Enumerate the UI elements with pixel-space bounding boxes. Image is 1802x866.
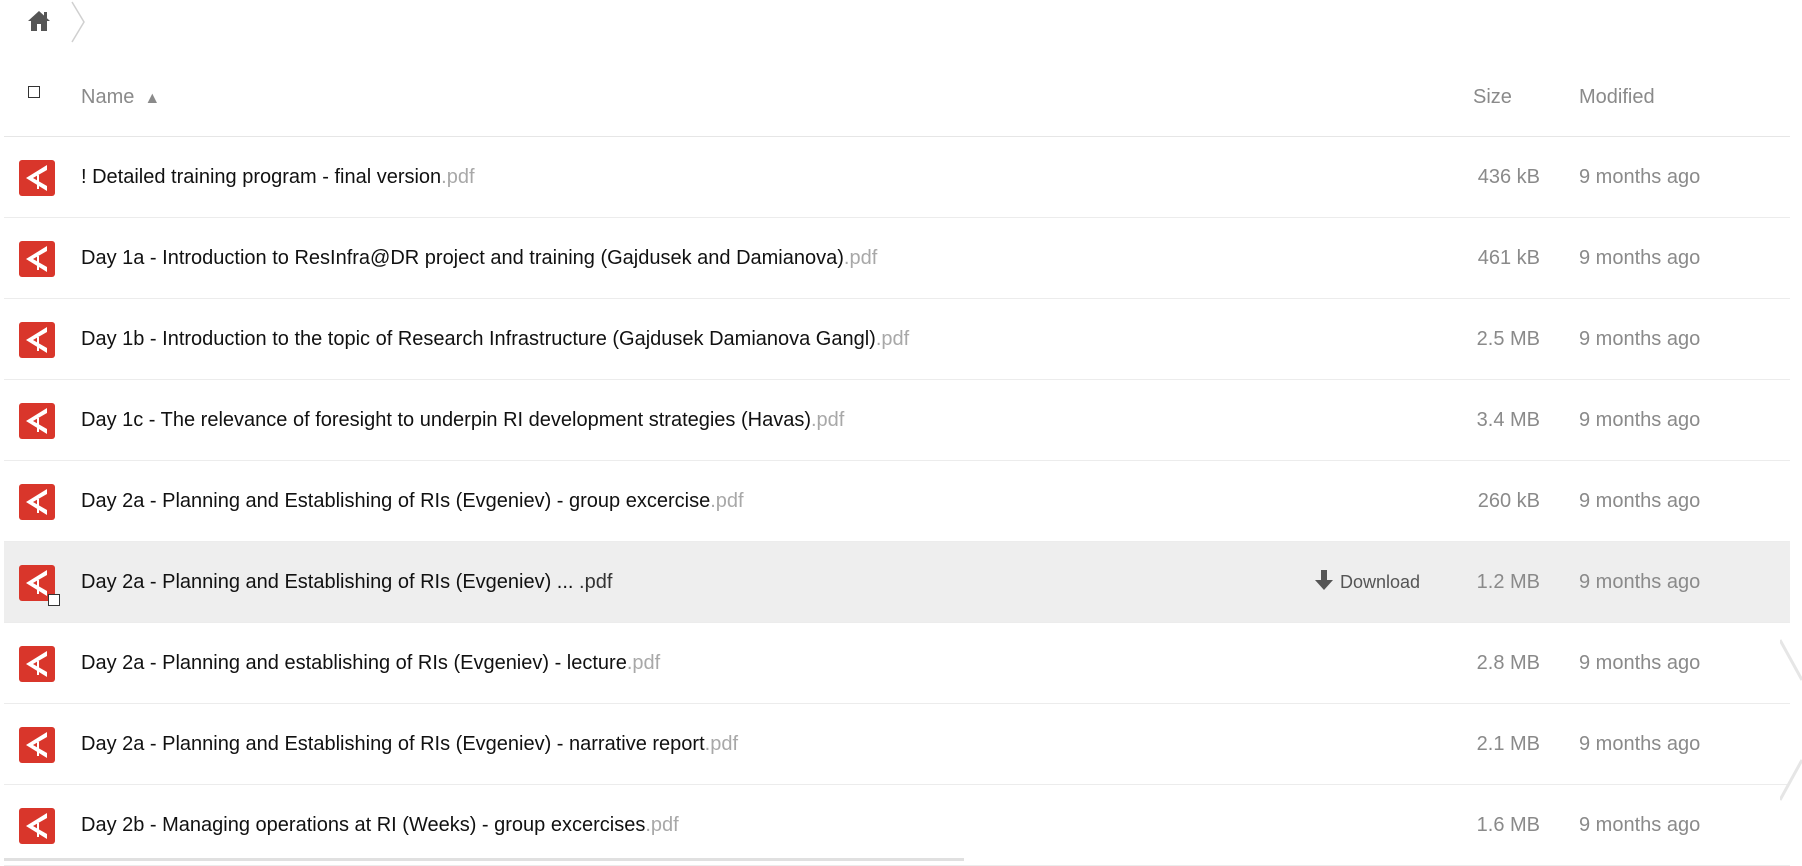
pdf-file-icon[interactable]: [18, 402, 56, 440]
file-row[interactable]: Day 1b - Introduction to the topic of Re…: [4, 299, 1790, 380]
download-button[interactable]: Download: [1314, 568, 1420, 596]
column-size-header[interactable]: Size: [1473, 86, 1512, 109]
download-label: Download: [1340, 571, 1421, 592]
select-all-checkbox[interactable]: [28, 86, 40, 98]
chevron-right-icon: [70, 0, 88, 44]
file-list-header: Name ▲ Size Modified: [4, 56, 1790, 137]
file-size: 461 kB: [1477, 247, 1540, 269]
sort-ascending-icon: ▲: [144, 90, 161, 107]
file-basename: Day 1c - The relevance of foresight to u…: [81, 409, 811, 431]
column-modified-header[interactable]: Modified: [1579, 86, 1655, 109]
file-name[interactable]: Day 2a - Planning and Establishing of RI…: [81, 571, 612, 594]
file-basename: ! Detailed training program - final vers…: [81, 166, 442, 188]
file-name[interactable]: Day 1a - Introduction to ResInfra@DR pro…: [81, 247, 877, 270]
file-name[interactable]: ! Detailed training program - final vers…: [81, 166, 475, 189]
pdf-file-icon[interactable]: [18, 807, 56, 845]
file-row[interactable]: Day 1a - Introduction to ResInfra@DR pro…: [4, 218, 1790, 299]
edge-decoration: [1778, 620, 1802, 820]
file-row[interactable]: ! Detailed training program - final vers…: [4, 137, 1790, 218]
file-modified: 9 months ago: [1579, 166, 1701, 188]
file-row[interactable]: Day 1c - The relevance of foresight to u…: [4, 380, 1790, 461]
file-size: 1.2 MB: [1476, 571, 1540, 593]
file-size: 3.4 MB: [1476, 409, 1540, 431]
file-modified: 9 months ago: [1579, 490, 1701, 512]
horizontal-scrollbar[interactable]: [4, 858, 964, 861]
file-basename: Day 2a - Planning and Establishing of RI…: [81, 571, 580, 593]
file-basename: Day 2a - Planning and Establishing of RI…: [81, 733, 705, 755]
file-extension: .pdf: [710, 490, 744, 512]
column-name-header[interactable]: Name ▲: [81, 86, 160, 109]
breadcrumb: [0, 0, 1802, 44]
file-extension: .pdf: [811, 409, 845, 431]
file-modified: 9 months ago: [1579, 733, 1701, 755]
file-list: Name ▲ Size Modified ! Detailed training …: [4, 56, 1790, 866]
pdf-file-icon[interactable]: [18, 159, 56, 197]
file-name[interactable]: Day 1b - Introduction to the topic of Re…: [81, 328, 909, 351]
file-size: 1.6 MB: [1476, 814, 1540, 836]
file-extension: .pdf: [441, 166, 475, 188]
file-extension: .pdf: [645, 814, 679, 836]
pdf-file-icon[interactable]: [18, 564, 60, 606]
file-modified: 9 months ago: [1579, 814, 1701, 836]
row-select-checkbox[interactable]: [48, 594, 60, 606]
file-basename: Day 2a - Planning and establishing of RI…: [81, 652, 627, 674]
file-extension: .pdf: [704, 733, 739, 755]
pdf-file-icon[interactable]: [18, 240, 56, 278]
file-row[interactable]: Day 2b - Managing operations at RI (Week…: [4, 785, 1790, 866]
file-row[interactable]: Day 2a - Planning and Establishing of RI…: [4, 542, 1790, 623]
file-size: 2.8 MB: [1476, 652, 1540, 674]
file-modified: 9 months ago: [1579, 571, 1701, 593]
file-size: 2.1 MB: [1476, 733, 1540, 755]
file-row[interactable]: Day 2a - Planning and establishing of RI…: [4, 623, 1790, 704]
pdf-file-icon[interactable]: [18, 321, 56, 359]
file-name[interactable]: Day 2b - Managing operations at RI (Week…: [81, 814, 679, 837]
file-modified: 9 months ago: [1579, 328, 1701, 350]
file-size: 260 kB: [1477, 490, 1540, 512]
file-name[interactable]: Day 2a - Planning and Establishing of RI…: [81, 490, 744, 513]
file-basename: Day 2b - Managing operations at RI (Week…: [81, 814, 646, 836]
file-size: 436 kB: [1477, 166, 1540, 188]
file-name[interactable]: Day 2a - Planning and Establishing of RI…: [81, 733, 738, 756]
file-name[interactable]: Day 1c - The relevance of foresight to u…: [81, 409, 844, 432]
file-basename: Day 2a - Planning and Establishing of RI…: [81, 490, 711, 512]
file-extension: .pdf: [579, 571, 613, 593]
file-modified: 9 months ago: [1579, 652, 1701, 674]
file-basename: Day 1b - Introduction to the topic of Re…: [81, 328, 876, 350]
file-row[interactable]: Day 2a - Planning and Establishing of RI…: [4, 704, 1790, 785]
file-size: 2.5 MB: [1476, 328, 1540, 350]
file-modified: 9 months ago: [1579, 409, 1701, 431]
pdf-file-icon[interactable]: [18, 483, 56, 521]
file-extension: .pdf: [626, 652, 661, 674]
file-extension: .pdf: [843, 247, 878, 269]
file-extension: .pdf: [875, 328, 910, 350]
download-icon: [1314, 568, 1334, 597]
file-modified: 9 months ago: [1579, 247, 1701, 269]
home-icon[interactable]: [26, 8, 52, 34]
pdf-file-icon[interactable]: [18, 645, 56, 683]
file-basename: Day 1a - Introduction to ResInfra@DR pro…: [81, 247, 844, 269]
file-name[interactable]: Day 2a - Planning and establishing of RI…: [81, 652, 660, 675]
pdf-file-icon[interactable]: [18, 726, 56, 764]
file-row[interactable]: Day 2a - Planning and Establishing of RI…: [4, 461, 1790, 542]
